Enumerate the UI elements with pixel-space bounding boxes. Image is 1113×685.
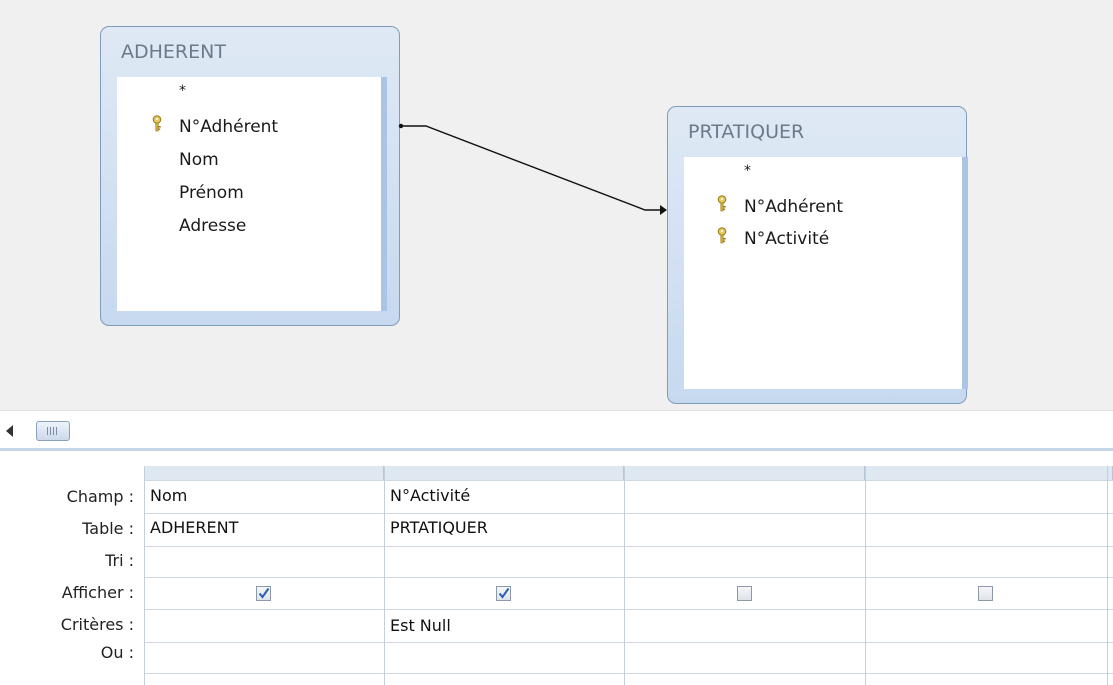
- grid-line: [144, 546, 1113, 547]
- row-label-criteres: Critères :: [60, 615, 134, 634]
- query-design-area[interactable]: ADHERENT * N°Adhérent Nom Prénom Adresse…: [0, 0, 1113, 410]
- grid-line: [624, 466, 625, 685]
- grid-line: [1107, 466, 1108, 685]
- query-grid-area: Champ : Table : Tri : Afficher : Critère…: [0, 448, 1113, 685]
- champ-cell[interactable]: N°Activité: [390, 486, 470, 505]
- grid-line: [144, 466, 145, 685]
- table-cell[interactable]: ADHERENT: [150, 518, 238, 537]
- table-window-prtatiquer[interactable]: PRTATIQUER * N°Adhérent N°Activité: [667, 106, 968, 404]
- field-item[interactable]: N°Activité: [744, 229, 829, 249]
- row-label-champ: Champ :: [66, 487, 134, 506]
- row-labels: Champ : Table : Tri : Afficher : Critère…: [0, 451, 140, 685]
- afficher-checkbox[interactable]: [978, 586, 993, 601]
- field-item[interactable]: *: [744, 163, 751, 179]
- table-title-prtatiquer[interactable]: PRTATIQUER: [688, 121, 804, 143]
- afficher-checkbox[interactable]: [256, 586, 271, 601]
- grid-line: [144, 673, 1113, 674]
- column-selector[interactable]: [144, 466, 384, 480]
- column-selector[interactable]: [384, 466, 624, 480]
- champ-cell[interactable]: Nom: [150, 486, 187, 505]
- grid-line: [144, 577, 1113, 578]
- column-selector[interactable]: [865, 466, 1113, 480]
- afficher-checkbox[interactable]: [496, 586, 511, 601]
- primary-key-icon: [717, 195, 727, 212]
- scrollbar-thumb[interactable]: [36, 421, 70, 441]
- row-label-tri: Tri :: [105, 551, 134, 570]
- primary-key-icon: [717, 227, 727, 244]
- row-label-table: Table :: [82, 519, 134, 538]
- checkmark-icon: [258, 587, 270, 599]
- grid-line: [384, 466, 385, 685]
- horizontal-scrollbar[interactable]: [0, 410, 1113, 449]
- grid-line: [865, 466, 866, 685]
- field-list-prtatiquer[interactable]: * N°Adhérent N°Activité: [684, 157, 968, 389]
- table-cell[interactable]: PRTATIQUER: [390, 518, 488, 537]
- grip-icon: [47, 427, 59, 435]
- grid-line: [144, 609, 1113, 610]
- row-label-ou: Ou :: [100, 643, 134, 662]
- criteres-cell[interactable]: Est Null: [390, 616, 451, 635]
- column-selector[interactable]: [624, 466, 865, 480]
- design-grid: Nom ADHERENT N°Activité PRTATIQUER Est N…: [144, 466, 1113, 685]
- field-item[interactable]: N°Adhérent: [744, 197, 843, 217]
- grid-line: [144, 480, 1113, 481]
- afficher-checkbox[interactable]: [737, 586, 752, 601]
- grid-line: [144, 513, 1113, 514]
- checkmark-icon: [498, 587, 510, 599]
- grid-line: [144, 642, 1113, 643]
- scroll-left-arrow-icon[interactable]: [6, 425, 13, 437]
- row-label-afficher: Afficher :: [61, 583, 134, 602]
